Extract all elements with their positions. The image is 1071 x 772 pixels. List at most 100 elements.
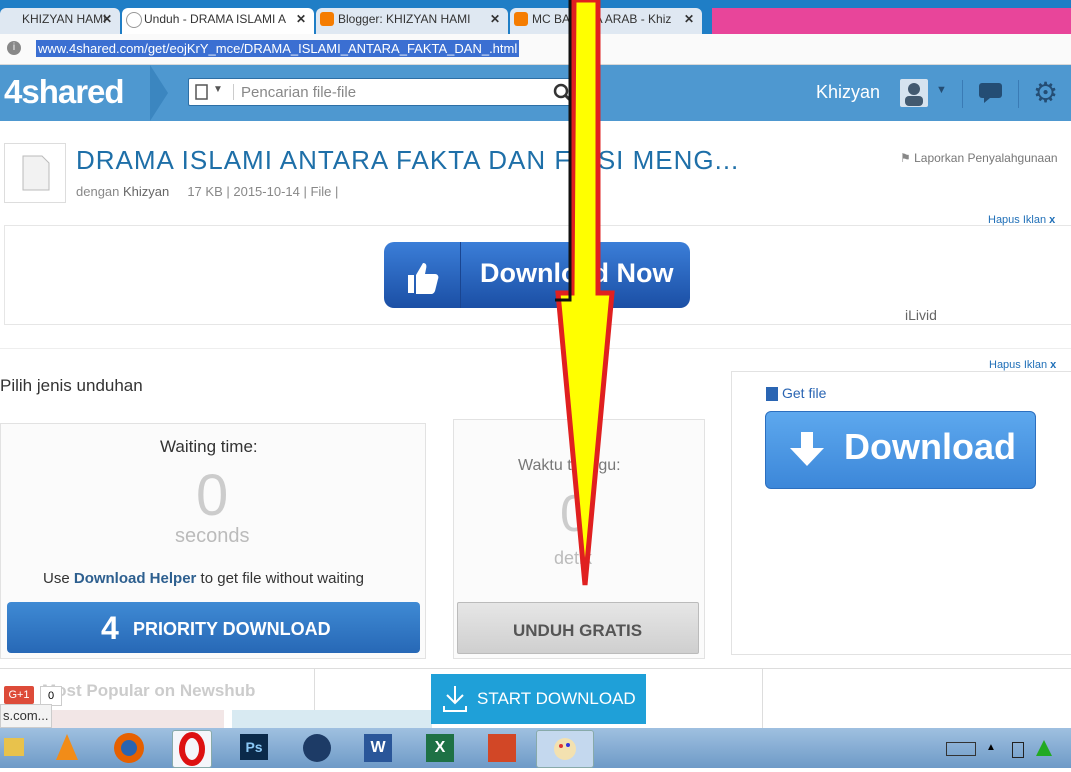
site-logo[interactable]: 4shared [4,73,125,111]
ad-download-button[interactable]: Download [765,411,1036,489]
excel-icon[interactable]: X [422,730,460,766]
free-download-button[interactable]: UNDUH GRATIS [457,602,699,654]
pink-bar [712,8,1071,34]
start-download-button[interactable]: START DOWNLOAD [431,674,646,724]
powerpoint-icon[interactable] [484,730,522,766]
get-file-text: Get file [782,385,827,401]
url-text[interactable]: www.4shared.com/get/eojKrY_mce/DRAMA_ISL… [36,40,520,57]
firefox-icon[interactable] [110,730,148,766]
status-bar-url: s.com... [0,704,52,728]
app-icon[interactable] [298,730,336,766]
chevron-down-icon[interactable]: ▼ [936,84,947,96]
divider [0,348,1071,349]
thumbs-up-icon [384,242,461,308]
helper-prefix: Use [43,570,70,587]
download-arrow-icon [443,686,467,712]
report-label: Laporkan Penyalahgunaan [914,151,1058,165]
browser-tab-active[interactable]: Unduh - DRAMA ISLAMI A ✕ [122,8,314,34]
document-icon [22,155,50,191]
waiting-counter: 0 [196,463,229,528]
blogger-icon [514,12,528,26]
chat-icon[interactable] [978,82,1004,104]
opera-icon[interactable] [172,730,212,768]
download-now-label: Download Now [480,258,674,288]
hide-ad-link[interactable]: Hapus Iklan x [989,359,1056,371]
author-link[interactable]: Khizyan [123,184,169,199]
divider [762,669,763,728]
browser-tab[interactable]: KHIZYAN HAMI ✕ [0,8,120,34]
loading-icon [126,12,142,28]
vlc-icon[interactable] [48,730,86,766]
wait2-unit: detik [554,548,593,568]
wait2-label: Waktu tunggu: [518,457,621,474]
tab-label: Unduh - DRAMA ISLAMI A [144,12,287,26]
thumb-image[interactable] [232,710,432,728]
close-icon: x [1049,214,1056,226]
tab-label: KHIZYAN HAMI [22,12,107,26]
file-icon [766,387,778,402]
chevron-down-icon: ▼ [213,84,223,95]
gear-icon[interactable]: ⚙ [1033,76,1058,109]
wait2-counter: 0 [560,485,589,543]
file-meta: dengan Khizyan 17 KB | 2015-10-14 | File… [76,184,339,199]
document-icon [195,84,208,100]
search-input[interactable]: Pencarian file-file [241,84,356,101]
search-box[interactable]: ▼ Pencarian file-file [188,78,580,106]
close-icon[interactable]: ✕ [684,8,694,30]
waiting-label: Waiting time: [160,437,258,456]
tab-label: Blogger: KHIZYAN HAMI [338,12,471,26]
helper-suffix: to get file without waiting [200,570,364,587]
close-icon[interactable]: ✕ [102,8,112,30]
user-icon [905,83,923,106]
thumb-image[interactable] [52,710,224,728]
flag-icon: ⚑ [900,151,911,165]
tray-expand-icon[interactable]: ▲ [986,730,1000,766]
file-date: 2015-10-14 [233,184,300,199]
folder-icon[interactable] [0,730,38,766]
close-icon: x [1050,359,1057,371]
ad-download-label: Download [844,426,1016,467]
file-type: File [310,184,332,199]
by-label: dengan [76,184,120,199]
tab-label: MC BAHASA ARAB - Khiz [532,12,672,26]
download-arrow-icon [790,432,824,466]
start-download-label: START DOWNLOAD [477,689,636,708]
divider [962,80,963,108]
download-helper-link[interactable]: Download Helper [74,570,197,587]
get-file-label: Get file [766,385,826,402]
report-abuse-link[interactable]: ⚑ Laporkan Penyalahgunaan [900,151,1058,165]
browser-tab-strip: KHIZYAN HAMI ✕ Unduh - DRAMA ISLAMI A ✕ … [0,0,1071,34]
divider [1018,80,1019,108]
free-download-label: UNDUH GRATIS [513,621,643,640]
avatar[interactable] [900,79,928,107]
close-icon[interactable]: ✕ [490,8,500,30]
battery-icon[interactable] [1008,730,1028,766]
browser-tab[interactable]: Blogger: KHIZYAN HAMI ✕ [316,8,508,34]
username[interactable]: Khizyan [816,82,880,103]
keyboard-icon[interactable] [944,730,976,766]
photoshop-icon[interactable]: Ps [236,730,274,766]
file-title: DRAMA ISLAMI ANTARA FAKTA DAN FIKSI MENG… [76,145,740,175]
newshub-heading: Most Popular on Newshub [42,681,256,700]
close-icon[interactable]: ✕ [296,8,306,30]
file-type-dropdown[interactable]: ▼ [195,84,234,100]
priority-label: PRIORITY DOWNLOAD [133,619,331,639]
word-icon[interactable]: W [360,730,398,766]
browser-tab[interactable]: MC BAHASA ARAB - Khiz ✕ [510,8,702,34]
paint-icon[interactable] [536,730,594,768]
gplus-button[interactable]: G+1 [4,686,34,704]
site-info-icon[interactable]: i [7,41,21,55]
search-icon[interactable] [553,83,573,103]
file-thumbnail [4,143,66,203]
download-now-button[interactable]: Download Now [384,242,690,308]
hide-ad-label: Hapus Iklan [988,214,1047,226]
blogger-icon [320,12,334,26]
section-title: Pilih jenis unduhan [0,376,143,395]
hide-ad-label: Hapus Iklan [989,359,1048,371]
priority-download-button[interactable]: 4 PRIORITY DOWNLOAD [7,602,420,653]
hide-ad-link[interactable]: Hapus Iklan x [988,214,1055,226]
four-icon: 4 [101,610,119,646]
ad-sponsor: iLivid [905,307,937,323]
header-chevron [150,65,168,121]
network-icon[interactable] [1034,730,1054,766]
